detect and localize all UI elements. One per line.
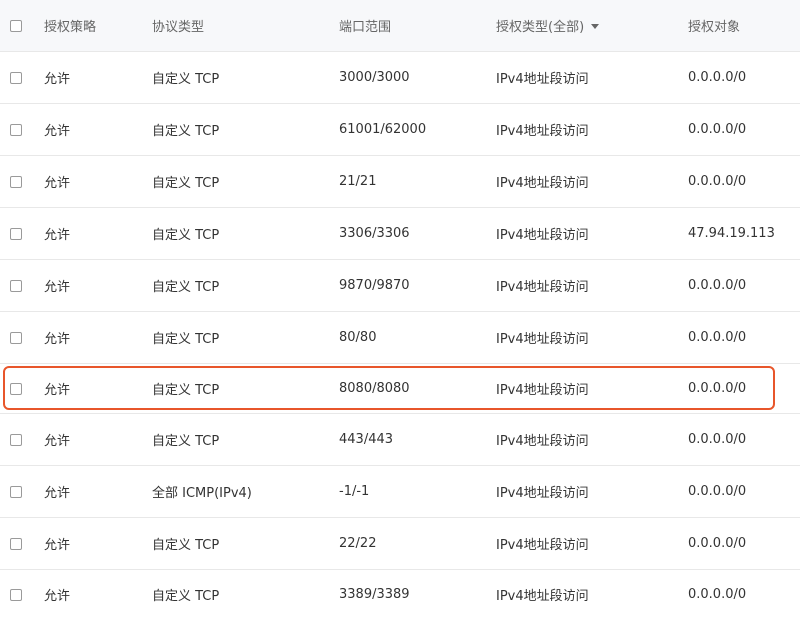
- row-policy: 允许: [44, 280, 71, 295]
- row-auth-type: IPv4地址段访问: [496, 176, 589, 191]
- row-protocol: 自定义 TCP: [152, 332, 220, 347]
- row-auth-type: IPv4地址段访问: [496, 486, 589, 501]
- row-port: 21/21: [339, 174, 377, 189]
- row-protocol: 自定义 TCP: [152, 589, 220, 604]
- table-row: 允许 自定义 TCP 80/80 IPv4地址段访问 0.0.0.0/0: [0, 312, 800, 364]
- table-row-highlighted: 允许 自定义 TCP 8080/8080 IPv4地址段访问 0.0.0.0/0: [0, 364, 800, 414]
- row-port: 80/80: [339, 330, 377, 345]
- row-check-cell: [10, 518, 30, 569]
- row-check-cell: [10, 570, 30, 619]
- row-check-cell: [10, 312, 30, 363]
- row-port: 3306/3306: [339, 226, 410, 241]
- row-port: 8080/8080: [339, 381, 410, 396]
- row-policy: 允许: [44, 538, 71, 553]
- row-protocol: 自定义 TCP: [152, 176, 220, 191]
- table-row: 允许 全部 ICMP(IPv4) -1/-1 IPv4地址段访问 0.0.0.0…: [0, 466, 800, 518]
- row-check-cell: [10, 466, 30, 517]
- row-port: 3000/3000: [339, 70, 410, 85]
- row-object: 0.0.0.0/0: [688, 432, 747, 447]
- table-row: 允许 自定义 TCP 61001/62000 IPv4地址段访问 0.0.0.0…: [0, 104, 800, 156]
- row-auth-type: IPv4地址段访问: [496, 332, 589, 347]
- row-checkbox[interactable]: [10, 71, 22, 84]
- row-object: 0.0.0.0/0: [688, 484, 747, 499]
- row-checkbox[interactable]: [10, 485, 22, 498]
- row-object: 0.0.0.0/0: [688, 122, 747, 137]
- row-protocol: 全部 ICMP(IPv4): [152, 486, 252, 501]
- table-row: 允许 自定义 TCP 3000/3000 IPv4地址段访问 0.0.0.0/0: [0, 52, 800, 104]
- row-protocol: 自定义 TCP: [152, 280, 220, 295]
- table-row: 允许 自定义 TCP 22/22 IPv4地址段访问 0.0.0.0/0: [0, 518, 800, 570]
- header-policy: 授权策略: [44, 20, 97, 35]
- row-check-cell: [10, 208, 30, 259]
- row-checkbox[interactable]: [10, 279, 22, 292]
- row-check-cell: [10, 364, 30, 413]
- row-policy: 允许: [44, 176, 71, 191]
- row-policy: 允许: [44, 72, 71, 87]
- row-protocol: 自定义 TCP: [152, 72, 220, 87]
- row-check-cell: [10, 156, 30, 207]
- row-checkbox[interactable]: [10, 331, 22, 344]
- row-auth-type: IPv4地址段访问: [496, 124, 589, 139]
- row-checkbox[interactable]: [10, 227, 22, 240]
- header-protocol: 协议类型: [152, 20, 205, 35]
- row-auth-type: IPv4地址段访问: [496, 383, 589, 398]
- row-protocol: 自定义 TCP: [152, 383, 220, 398]
- row-protocol: 自定义 TCP: [152, 538, 220, 553]
- row-checkbox[interactable]: [10, 537, 22, 550]
- row-checkbox[interactable]: [10, 588, 22, 601]
- table-row: 允许 自定义 TCP 443/443 IPv4地址段访问 0.0.0.0/0: [0, 414, 800, 466]
- row-policy: 允许: [44, 486, 71, 501]
- row-auth-type: IPv4地址段访问: [496, 434, 589, 449]
- row-port: 9870/9870: [339, 278, 410, 293]
- row-checkbox[interactable]: [10, 382, 22, 395]
- row-object: 0.0.0.0/0: [688, 536, 747, 551]
- table-row: 允许 自定义 TCP 3306/3306 IPv4地址段访问 47.94.19.…: [0, 208, 800, 260]
- header-auth-type-filter[interactable]: 授权类型(全部): [496, 0, 600, 51]
- row-protocol: 自定义 TCP: [152, 434, 220, 449]
- row-check-cell: [10, 104, 30, 155]
- table-row: 允许 自定义 TCP 9870/9870 IPv4地址段访问 0.0.0.0/0: [0, 260, 800, 312]
- row-policy: 允许: [44, 124, 71, 139]
- row-object: 0.0.0.0/0: [688, 278, 747, 293]
- header-auth-type-label: 授权类型(全部): [496, 20, 585, 35]
- select-all-checkbox[interactable]: [10, 19, 22, 32]
- table-header: 授权策略 协议类型 端口范围 授权类型(全部) 授权对象: [0, 0, 800, 52]
- row-check-cell: [10, 52, 30, 103]
- row-policy: 允许: [44, 589, 71, 604]
- row-policy: 允许: [44, 332, 71, 347]
- row-object: 0.0.0.0/0: [688, 381, 747, 396]
- row-check-cell: [10, 260, 30, 311]
- row-policy: 允许: [44, 434, 71, 449]
- row-checkbox[interactable]: [10, 433, 22, 446]
- table-row: 允许 自定义 TCP 3389/3389 IPv4地址段访问 0.0.0.0/0: [0, 570, 800, 619]
- table-row: 允许 自定义 TCP 21/21 IPv4地址段访问 0.0.0.0/0: [0, 156, 800, 208]
- row-port: 443/443: [339, 432, 394, 447]
- row-object: 0.0.0.0/0: [688, 70, 747, 85]
- caret-down-icon: [591, 24, 600, 29]
- row-auth-type: IPv4地址段访问: [496, 72, 589, 87]
- row-object: 0.0.0.0/0: [688, 587, 747, 602]
- row-port: -1/-1: [339, 484, 370, 499]
- row-checkbox[interactable]: [10, 123, 22, 136]
- row-policy: 允许: [44, 228, 71, 243]
- select-all-cell: [10, 0, 30, 51]
- row-port: 22/22: [339, 536, 377, 551]
- row-check-cell: [10, 414, 30, 465]
- security-rules-table: 授权策略 协议类型 端口范围 授权类型(全部) 授权对象 允许 自定义 TCP …: [0, 0, 800, 619]
- row-object: 47.94.19.113: [688, 226, 775, 241]
- row-protocol: 自定义 TCP: [152, 228, 220, 243]
- row-auth-type: IPv4地址段访问: [496, 589, 589, 604]
- row-port: 61001/62000: [339, 122, 427, 137]
- row-policy: 允许: [44, 383, 71, 398]
- row-checkbox[interactable]: [10, 175, 22, 188]
- header-object: 授权对象: [688, 20, 741, 35]
- row-object: 0.0.0.0/0: [688, 174, 747, 189]
- row-protocol: 自定义 TCP: [152, 124, 220, 139]
- row-auth-type: IPv4地址段访问: [496, 538, 589, 553]
- row-port: 3389/3389: [339, 587, 410, 602]
- row-auth-type: IPv4地址段访问: [496, 228, 589, 243]
- row-object: 0.0.0.0/0: [688, 330, 747, 345]
- row-auth-type: IPv4地址段访问: [496, 280, 589, 295]
- header-port: 端口范围: [339, 20, 392, 35]
